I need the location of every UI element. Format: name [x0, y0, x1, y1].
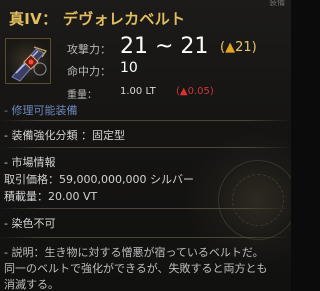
market-stock: 積載量：20.00 VT: [4, 190, 98, 203]
up-triangle-icon: ▲: [179, 86, 188, 97]
market-header: - 市場情報: [4, 156, 56, 169]
corner-label: 装備: [269, 0, 285, 7]
weight-diff: (▲0.05): [176, 86, 214, 97]
attack-bonus-value: 21: [235, 40, 252, 55]
repair-status: - 修理可能装備: [4, 104, 78, 117]
divider: [0, 208, 291, 209]
weight-value: 1.00 LT: [120, 86, 156, 97]
belt-icon: [5, 38, 51, 84]
dye-status: - 染色不可: [4, 217, 56, 230]
weight-diff-value: 0.05: [187, 86, 210, 97]
attack-bonus: (▲21): [220, 40, 257, 55]
up-triangle-icon: ▲: [225, 40, 236, 55]
item-description: - 説明：生き物に対する憎悪が宿っているベルトだ。 同一のベルトで強化ができるが…: [4, 245, 288, 291]
description-line: - 説明：生き物に対する憎悪が宿っているベルトだ。: [4, 246, 264, 259]
accuracy-label: 命中力：: [67, 65, 111, 78]
market-price: 取引価格：59,000,000,000 シルバー: [4, 173, 194, 186]
divider: [0, 237, 291, 238]
item-tooltip: 装備 真IV： デヴォレカベルト 攻撃力： 21 ~ 21 (▲21) 命中力：…: [0, 0, 291, 291]
accuracy-value: 10: [120, 60, 138, 76]
weight-label: 重量：: [67, 90, 97, 101]
attack-value: 21 ~ 21: [120, 34, 209, 59]
item-title: 真IV： デヴォレカベルト: [9, 10, 186, 28]
divider: [0, 147, 291, 148]
description-line: 同一のベルトで強化ができるが、失敗すると両方とも: [4, 262, 268, 275]
divider: [0, 120, 291, 121]
attack-label: 攻撃力：: [67, 43, 111, 56]
description-line: 消滅する。: [4, 278, 59, 291]
emblem-watermark-inner: [232, 174, 284, 226]
enhancement-type: - 装備強化分類 ：固定型: [4, 129, 125, 142]
